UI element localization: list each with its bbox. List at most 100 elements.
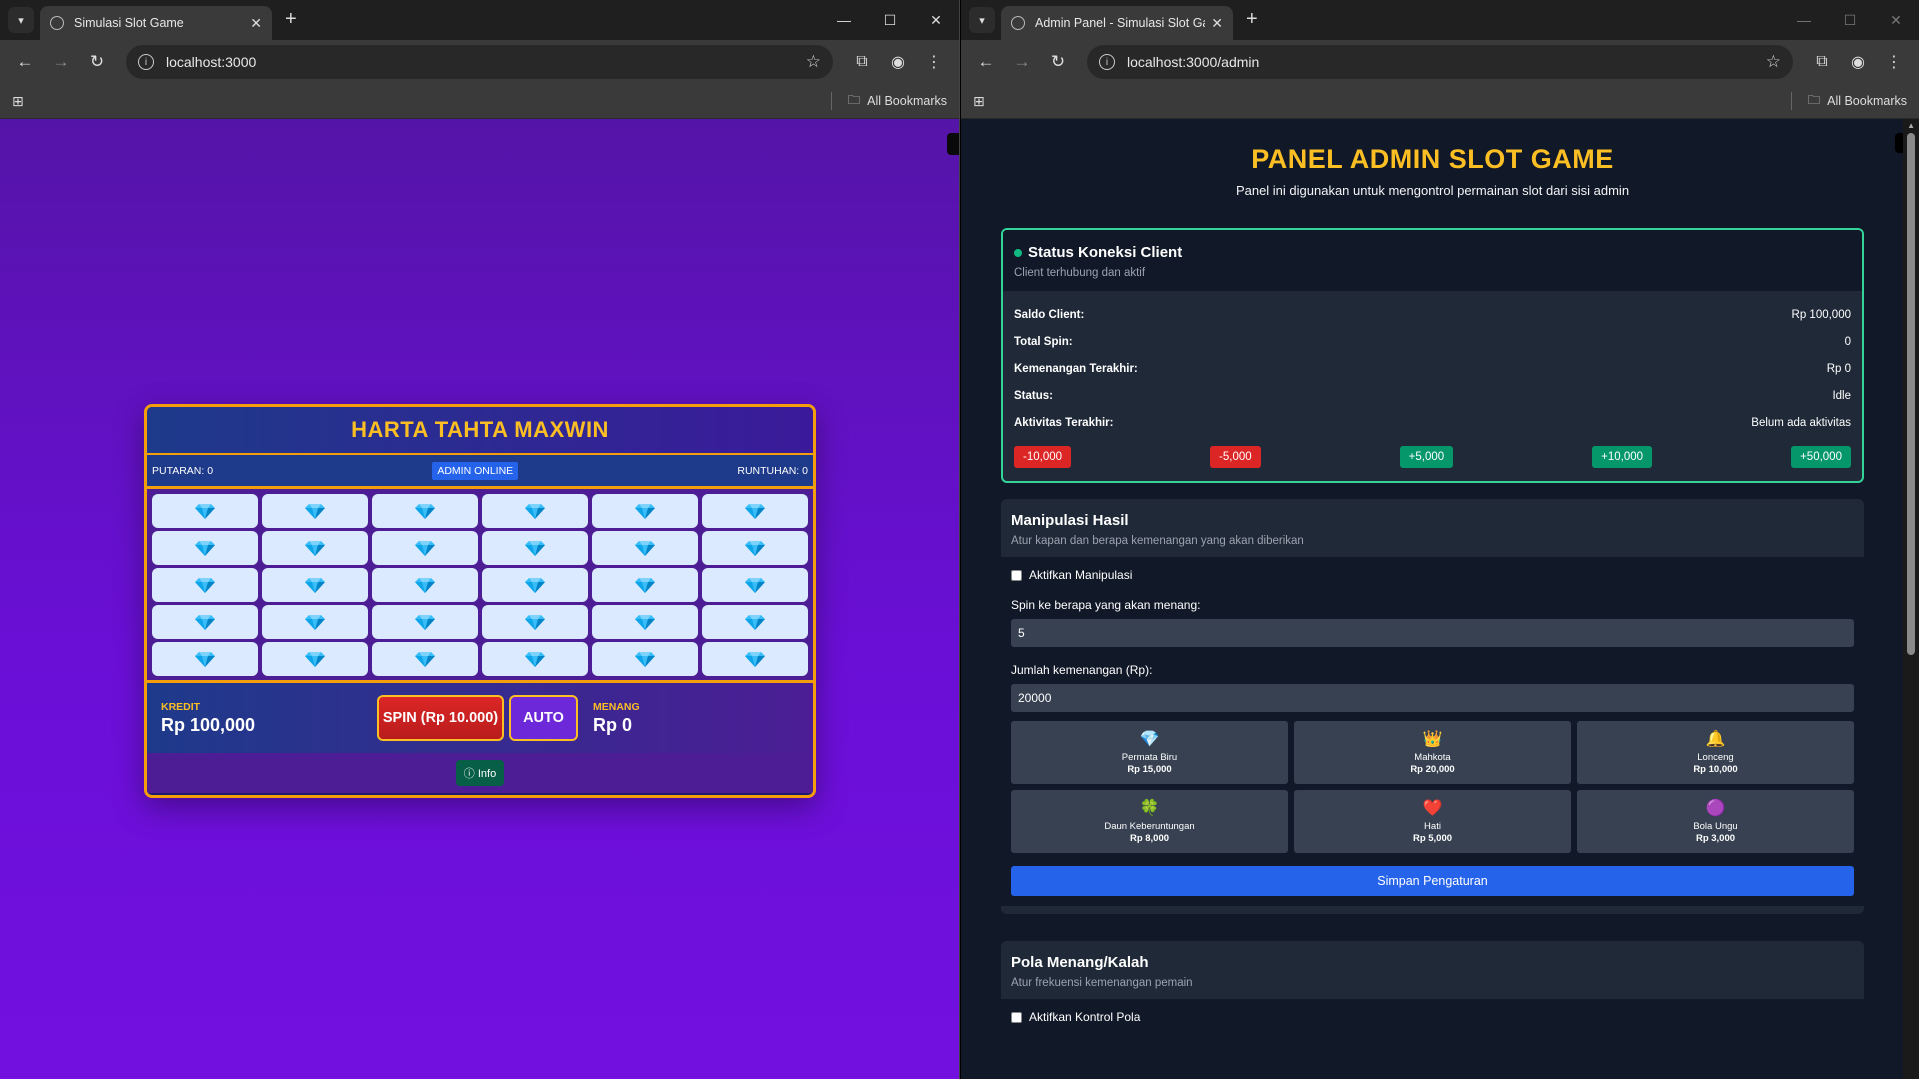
all-bookmarks-link[interactable]: All Bookmarks (867, 94, 947, 108)
adjust-balance-button[interactable]: +10,000 (1592, 446, 1653, 468)
tab-slot-game[interactable]: Simulasi Slot Game ✕ (40, 6, 272, 40)
blue-diamond-icon (305, 578, 325, 593)
reel-cell (372, 642, 478, 676)
symbol-option[interactable]: 💎 Permata Biru Rp 15,000 (1011, 721, 1288, 784)
enable-pattern-label: Aktifkan Kontrol Pola (1029, 1010, 1141, 1024)
tab-admin-panel[interactable]: Admin Panel - Simulasi Slot Ga ✕ (1001, 6, 1233, 40)
menu-kebab-icon[interactable]: ⋮ (1879, 47, 1909, 77)
address-bar[interactable]: i localhost:3000 ☆ (126, 45, 833, 79)
symbol-icon: 🍀 (1139, 799, 1160, 817)
symbol-option[interactable]: 👑 Mahkota Rp 20,000 (1294, 721, 1571, 784)
address-bar[interactable]: i localhost:3000/admin ☆ (1087, 45, 1793, 79)
win-box: MENANG Rp 0 (593, 701, 640, 736)
enable-pattern-row[interactable]: Aktifkan Kontrol Pola (1011, 1010, 1854, 1024)
new-tab-button[interactable]: + (285, 9, 297, 29)
apps-grid-icon[interactable]: ⊞ (973, 93, 985, 110)
reel-cell (702, 494, 808, 528)
blue-diamond-icon (745, 578, 765, 593)
win-amount-input[interactable]: 20000 (1011, 684, 1854, 712)
close-window-button[interactable]: ✕ (1873, 0, 1919, 40)
menu-kebab-icon[interactable]: ⋮ (919, 47, 949, 77)
new-tab-button[interactable]: + (1246, 9, 1258, 29)
globe-icon (1011, 16, 1025, 30)
bookmark-star-icon[interactable]: ☆ (806, 52, 821, 72)
scrollbar-thumb[interactable] (1907, 133, 1915, 655)
slot-machine: HARTA TAHTA MAXWIN PUTARAN: 0 ADMIN ONLI… (144, 404, 816, 798)
reel-cell (372, 494, 478, 528)
adjust-balance-button[interactable]: -10,000 (1014, 446, 1072, 468)
blue-diamond-icon (525, 504, 545, 519)
close-tab-icon[interactable]: ✕ (250, 15, 262, 32)
tab-search-button[interactable]: ▾ (969, 7, 995, 33)
win-amount-label: Jumlah kemenangan (Rp): (1011, 663, 1153, 677)
tab-search-button[interactable]: ▾ (8, 7, 34, 33)
symbol-option[interactable]: 🟣 Bola Ungu Rp 3,000 (1577, 790, 1854, 853)
scroll-up-icon[interactable]: ▲ (1907, 121, 1915, 130)
stat-value: Idle (1832, 389, 1851, 402)
back-button[interactable]: ← (971, 47, 1001, 77)
extensions-icon[interactable]: ⧉ (847, 47, 877, 77)
enable-pattern-checkbox[interactable] (1011, 1011, 1022, 1023)
win-spin-input[interactable]: 5 (1011, 619, 1854, 647)
blue-diamond-icon (195, 615, 215, 630)
adjust-balance-button[interactable]: +5,000 (1399, 446, 1454, 468)
url-text: localhost:3000/admin (1127, 54, 1260, 70)
symbol-name: Hati (1424, 820, 1441, 832)
info-button-label: Info (477, 768, 497, 780)
symbol-name: Daun Keberuntungan (1104, 820, 1195, 832)
symbol-value: Rp 8,000 (1129, 832, 1170, 844)
stat-key: Aktivitas Terakhir: (1014, 416, 1114, 429)
site-info-icon[interactable]: i (138, 54, 154, 70)
close-window-button[interactable]: ✕ (913, 0, 959, 40)
spin-button[interactable]: SPIN (Rp 10.000) (377, 695, 504, 741)
info-circle-icon: ⓘ (463, 768, 475, 780)
blue-diamond-icon (635, 541, 655, 556)
symbol-value: Rp 20,000 (1410, 763, 1455, 775)
reel-cell (592, 568, 698, 602)
blue-diamond-icon (415, 652, 435, 667)
blue-diamond-icon (525, 652, 545, 667)
minimize-button[interactable]: — (821, 0, 867, 40)
close-tab-icon[interactable]: ✕ (1211, 15, 1223, 32)
forward-button[interactable]: → (1007, 47, 1037, 77)
profile-icon[interactable]: ◉ (883, 47, 913, 77)
scrollbar[interactable]: ▲ (1903, 119, 1919, 1079)
profile-icon[interactable]: ◉ (1843, 47, 1873, 77)
reel-cell (372, 568, 478, 602)
extensions-icon[interactable]: ⧉ (1807, 47, 1837, 77)
symbol-option[interactable]: ❤️ Hati Rp 5,000 (1294, 790, 1571, 853)
enable-manipulation-checkbox[interactable] (1011, 569, 1022, 581)
bookmark-star-icon[interactable]: ☆ (1766, 52, 1781, 72)
blue-diamond-icon (745, 615, 765, 630)
all-bookmarks-link[interactable]: All Bookmarks (1827, 94, 1907, 108)
enable-manipulation-row[interactable]: Aktifkan Manipulasi (1011, 568, 1854, 582)
save-settings-button[interactable]: Simpan Pengaturan (1011, 866, 1854, 896)
adjust-balance-button[interactable]: -5,000 (1210, 446, 1261, 468)
maximize-button[interactable]: ☐ (1827, 0, 1873, 40)
forward-button[interactable]: → (46, 47, 76, 77)
apps-grid-icon[interactable]: ⊞ (12, 93, 24, 110)
minimize-button[interactable]: — (1781, 0, 1827, 40)
blue-diamond-icon (195, 541, 215, 556)
reload-button[interactable]: ↻ (82, 47, 112, 77)
auto-button[interactable]: AUTO (509, 695, 578, 741)
left-browser-window: ▾ Simulasi Slot Game ✕ + — ☐ ✕ ← → ↻ i l… (0, 0, 960, 1079)
symbol-option[interactable]: 🔔 Lonceng Rp 10,000 (1577, 721, 1854, 784)
blue-diamond-icon (415, 504, 435, 519)
reel-cell (482, 605, 588, 639)
back-button[interactable]: ← (10, 47, 40, 77)
pattern-desc: Atur frekuensi kemenangan pemain (1011, 977, 1193, 989)
stat-row: Kemenangan Terakhir: Rp 0 (1014, 355, 1851, 382)
folder-icon: 🗀 (847, 92, 861, 107)
stat-value: 0 (1844, 335, 1851, 348)
symbol-option[interactable]: 🍀 Daun Keberuntungan Rp 8,000 (1011, 790, 1288, 853)
symbol-value: Rp 3,000 (1695, 832, 1736, 844)
maximize-button[interactable]: ☐ (867, 0, 913, 40)
reload-button[interactable]: ↻ (1043, 47, 1073, 77)
symbol-name: Bola Ungu (1693, 820, 1738, 832)
info-button[interactable]: ⓘ Info (455, 760, 505, 786)
adjust-balance-button[interactable]: +50,000 (1791, 446, 1851, 468)
blue-diamond-icon (415, 541, 435, 556)
site-info-icon[interactable]: i (1099, 54, 1115, 70)
reel-cell (702, 642, 808, 676)
